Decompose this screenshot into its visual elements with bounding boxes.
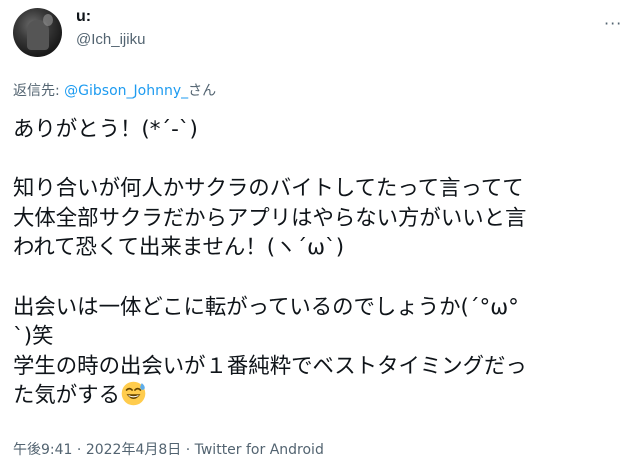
tweet-line-text: た気がする: [13, 383, 120, 409]
display-name[interactable]: u:: [76, 8, 91, 26]
tweet-line-last: た気がする: [13, 381, 633, 411]
avatar[interactable]: [13, 8, 62, 57]
replying-to-prefix: 返信先:: [13, 83, 65, 99]
more-options-icon[interactable]: ···: [604, 14, 622, 33]
tweet-line: 学生の時の出会いが１番純粋でベストタイミングだっ: [13, 353, 527, 379]
tweet-text: ありがとう！(*´-`) 知り合いが何人かサクラのバイトしてたって言ってて 大体…: [13, 115, 633, 411]
tweet-source-link[interactable]: Twitter for Android: [195, 442, 324, 458]
grinning-face-with-sweat-icon: [121, 382, 146, 406]
tweet-meta: 午後9:41 · 2022年4月8日 · Twitter for Android: [13, 439, 324, 459]
tweet: u: @Ich_ijiku ··· 返信先: @Gibson_Johnny_さん…: [0, 0, 640, 464]
tweet-date[interactable]: 2022年4月8日: [86, 442, 181, 458]
reply-mention-link[interactable]: @Gibson_Johnny_: [64, 83, 188, 99]
tweet-time[interactable]: 午後9:41: [13, 442, 72, 458]
tweet-line: ありがとう！(*´-`): [13, 117, 198, 142]
tweet-line: われて恐くて出来ません！(ヽ´ω`): [13, 235, 345, 261]
tweet-line: 知り合いが何人かサクラのバイトしてたって言ってて: [13, 176, 524, 202]
tweet-line: 出会いは一体どこに転がっているのでしょうか(´°ω°: [13, 294, 519, 320]
tweet-line: 大体全部サクラだからアプリはやらない方がいいと言: [13, 205, 527, 231]
tweet-line: `)笑: [13, 324, 54, 350]
user-handle[interactable]: @Ich_ijiku: [76, 31, 145, 48]
replying-to-suffix: さん: [188, 83, 217, 99]
meta-separator: ·: [72, 442, 86, 458]
replying-to: 返信先: @Gibson_Johnny_さん: [13, 80, 216, 100]
meta-separator: ·: [181, 442, 195, 458]
